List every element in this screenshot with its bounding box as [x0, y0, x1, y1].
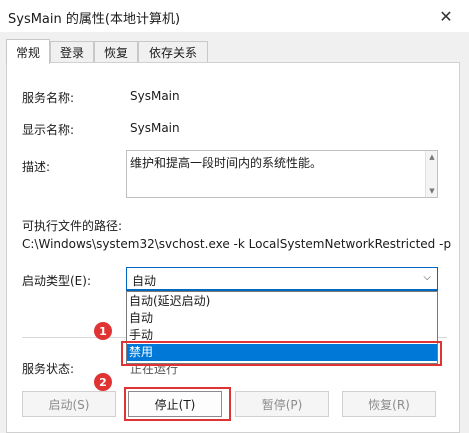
- tab-dependencies[interactable]: 依存关系: [138, 41, 208, 63]
- stop-button[interactable]: 停止(T): [128, 391, 222, 417]
- startup-type-dropdown: 自动(延迟启动) 自动 手动 禁用: [126, 291, 438, 364]
- service-status-label: 服务状态:: [22, 362, 75, 376]
- tab-general[interactable]: 常规: [6, 39, 50, 64]
- start-button[interactable]: 启动(S): [22, 391, 116, 417]
- service-name-label: 服务名称:: [22, 91, 75, 105]
- description-box[interactable]: 维护和提高一段时间内的系统性能。 ▲ ▼: [126, 150, 438, 198]
- path-value: C:\Windows\system32\svchost.exe -k Local…: [22, 237, 452, 251]
- step-2-badge: 2: [94, 373, 112, 391]
- option-manual[interactable]: 手动: [127, 327, 437, 344]
- close-icon: ✕: [439, 6, 453, 26]
- option-auto-delayed[interactable]: 自动(延迟启动): [127, 293, 437, 310]
- startup-type-label: 启动类型(E):: [22, 274, 91, 288]
- startup-type-value: 自动: [132, 274, 157, 288]
- option-auto[interactable]: 自动: [127, 310, 437, 327]
- description-text: 维护和提高一段时间内的系统性能。: [130, 156, 323, 170]
- tab-recovery[interactable]: 恢复: [94, 41, 138, 63]
- close-button[interactable]: ✕: [423, 0, 469, 32]
- description-label: 描述:: [22, 160, 51, 174]
- option-disabled[interactable]: 禁用: [127, 344, 437, 361]
- title-bar: SysMain 的属性(本地计算机) ✕: [0, 0, 469, 32]
- tab-logon[interactable]: 登录: [50, 41, 94, 63]
- startup-type-select[interactable]: 自动 ⌵: [126, 267, 438, 291]
- service-name-value: SysMain: [130, 89, 180, 103]
- path-label: 可执行文件的路径:: [22, 219, 123, 233]
- display-name-label: 显示名称:: [22, 123, 75, 137]
- display-name-value: SysMain: [130, 121, 180, 135]
- scroll-up-icon[interactable]: ▲: [427, 153, 437, 161]
- scroll-down-icon[interactable]: ▼: [427, 187, 437, 195]
- chevron-down-icon: ⌵: [423, 272, 431, 283]
- resume-button[interactable]: 恢复(R): [342, 391, 436, 417]
- window-title: SysMain 的属性(本地计算机): [8, 12, 181, 27]
- pause-button[interactable]: 暂停(P): [235, 391, 329, 417]
- step-1-badge: 1: [94, 322, 112, 340]
- description-scrollbar[interactable]: ▲ ▼: [425, 151, 437, 197]
